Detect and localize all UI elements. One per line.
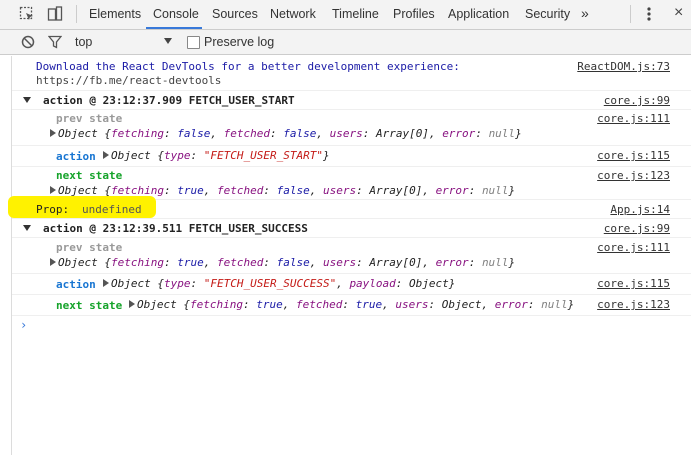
close-devtools-icon[interactable]: × [674, 4, 683, 22]
tab-application[interactable]: Application [448, 7, 509, 21]
console-filter-bar: top Preserve log [0, 30, 691, 55]
context-dropdown-arrow-icon[interactable] [164, 38, 172, 44]
console-log-action: action Object {type: "FETCH_USER_SUCCESS… [12, 274, 691, 295]
source-link[interactable]: core.js:99 [604, 94, 670, 107]
expand-triangle-icon[interactable] [50, 258, 56, 266]
console-log-prev-state: prev state core.js:111 Object {fetching:… [12, 238, 691, 274]
group-expanded-triangle-icon[interactable] [23, 225, 31, 231]
toolbar-divider [630, 5, 631, 23]
more-tabs-chevron-icon[interactable]: » [581, 5, 589, 21]
action-label: action [56, 278, 96, 291]
action-label: action [56, 150, 96, 163]
devtools-message-line1: Download the React DevTools for a better… [36, 60, 460, 73]
expand-triangle-icon[interactable] [50, 129, 56, 137]
source-link[interactable]: ReactDOM.js:73 [577, 60, 670, 73]
tab-security[interactable]: Security [525, 7, 570, 21]
next-state-label: next state [56, 169, 123, 182]
devtools-message-link[interactable]: https://fb.me/react-devtools [36, 74, 221, 87]
console-log-next-state: next state Object {fetching: true, fetch… [12, 295, 691, 316]
inspect-element-icon[interactable] [19, 6, 35, 22]
group-title: action @ 23:12:37.909 FETCH_USER_START [43, 94, 295, 107]
source-link[interactable]: core.js:99 [604, 222, 670, 235]
source-link[interactable]: App.js:14 [610, 203, 670, 216]
object-preview[interactable]: Object {fetching: true, fetched: true, u… [129, 298, 574, 311]
object-preview[interactable]: Object {type: "FETCH_USER_SUCCESS", payl… [103, 277, 455, 290]
source-link[interactable]: core.js:111 [597, 112, 670, 125]
object-preview[interactable]: Object {fetching: false, fetched: false,… [50, 127, 522, 140]
execution-context-select[interactable]: top [75, 35, 92, 49]
console-group-header[interactable]: action @ 23:12:39.511 FETCH_USER_SUCCESS… [12, 219, 691, 238]
tab-sources[interactable]: Sources [212, 7, 258, 21]
prev-state-label: prev state [56, 241, 123, 254]
console-prompt-chevron-icon[interactable]: › [20, 318, 27, 332]
source-link[interactable]: core.js:115 [597, 149, 670, 162]
device-toolbar-icon[interactable] [47, 6, 63, 22]
tab-network[interactable]: Network [270, 7, 316, 21]
clear-console-icon[interactable] [21, 35, 35, 49]
source-link[interactable]: core.js:123 [597, 298, 670, 311]
expand-triangle-icon[interactable] [50, 186, 56, 194]
console-message-devtools: Download the React DevTools for a better… [12, 58, 691, 91]
source-link[interactable]: core.js:115 [597, 277, 670, 290]
tab-profiles[interactable]: Profiles [393, 7, 435, 21]
console-log-prop: Prop: undefined App.js:14 [12, 200, 691, 219]
prev-state-label: prev state [56, 112, 123, 125]
toolbar-divider [76, 5, 77, 23]
active-tab-indicator [146, 27, 202, 29]
console-group-header[interactable]: action @ 23:12:37.909 FETCH_USER_START c… [12, 91, 691, 110]
expand-triangle-icon[interactable] [103, 151, 109, 159]
object-preview[interactable]: Object {fetching: true, fetched: false, … [50, 256, 515, 269]
expand-triangle-icon[interactable] [129, 300, 135, 308]
console-log-action: action Object {type: "FETCH_USER_START"}… [12, 146, 691, 167]
next-state-label: next state [56, 299, 123, 312]
filter-icon[interactable] [48, 35, 62, 49]
tab-timeline[interactable]: Timeline [332, 7, 379, 21]
preserve-log-checkbox[interactable] [187, 36, 200, 49]
source-link[interactable]: core.js:123 [597, 169, 670, 182]
group-title: action @ 23:12:39.511 FETCH_USER_SUCCESS [43, 222, 308, 235]
tab-elements[interactable]: Elements [89, 7, 141, 21]
prop-label: Prop: [36, 203, 70, 216]
preserve-log-label[interactable]: Preserve log [204, 35, 274, 49]
prop-value: undefined [82, 203, 142, 216]
source-link[interactable]: core.js:111 [597, 241, 670, 254]
object-preview[interactable]: Object {type: "FETCH_USER_START"} [103, 149, 330, 162]
customize-menu-kebab-icon[interactable] [646, 6, 652, 22]
console-log-prev-state: prev state core.js:111 Object {fetching:… [12, 110, 691, 146]
group-expanded-triangle-icon[interactable] [23, 97, 31, 103]
devtools-tab-bar: Elements Console Sources Network Timelin… [0, 0, 691, 30]
expand-triangle-icon[interactable] [103, 279, 109, 287]
tab-console[interactable]: Console [153, 7, 199, 21]
